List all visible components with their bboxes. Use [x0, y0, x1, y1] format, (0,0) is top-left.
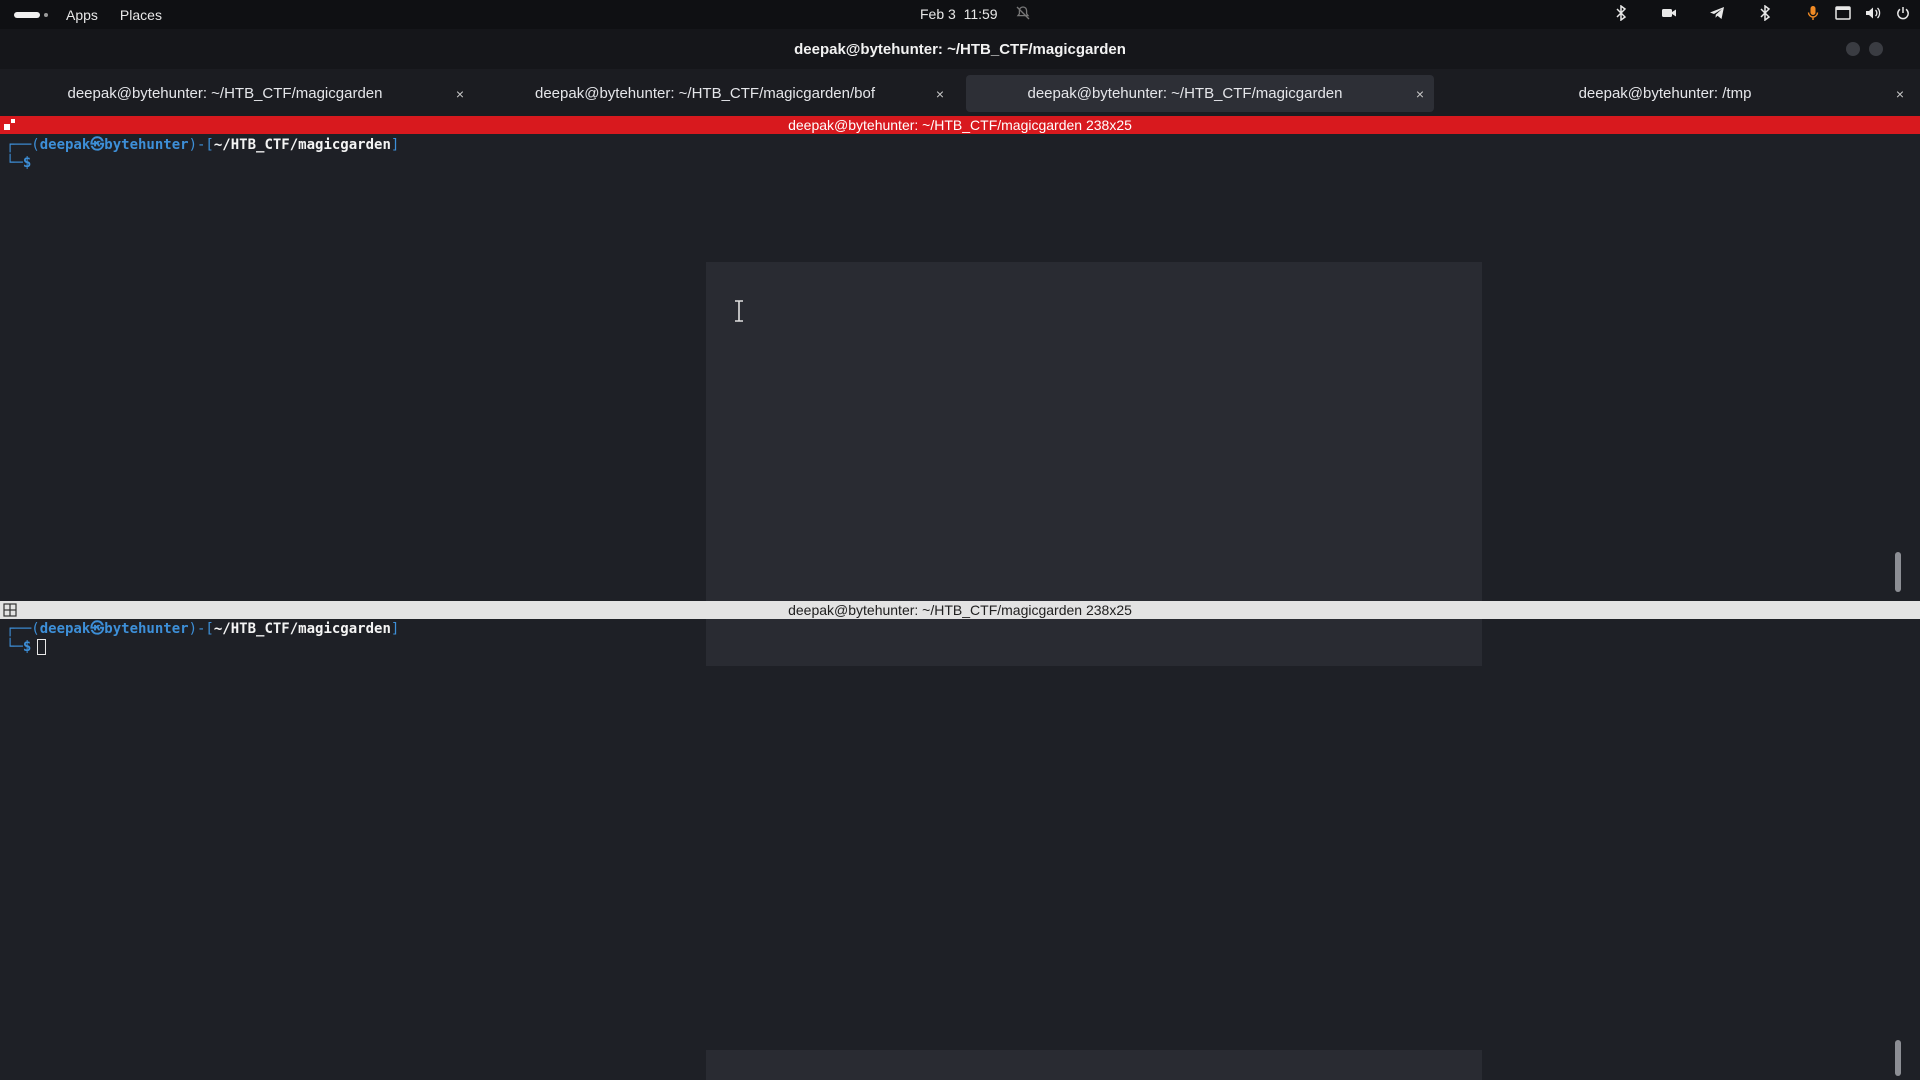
pane-header-bottom[interactable]: deepak@bytehunter: ~/HTB_CTF/magicgarden… — [0, 601, 1920, 619]
prompt-frame: └─ — [6, 639, 23, 655]
prompt-input-line: └─$ — [0, 638, 1905, 656]
clock-time: 11:59 — [963, 6, 998, 22]
prompt-frame-close: ] — [390, 137, 400, 153]
tab-magicgarden-1[interactable]: deepak@bytehunter: ~/HTB_CTF/magicgarden… — [6, 75, 474, 112]
tab-magicgarden-active[interactable]: deepak@bytehunter: ~/HTB_CTF/magicgarden… — [966, 75, 1434, 112]
prompt-line: ┌──(deepak㉿bytehunter)-[~/HTB_CTF/magicg… — [0, 620, 1905, 638]
tab-label: deepak@bytehunter: ~/HTB_CTF/magicgarden — [67, 85, 383, 102]
prompt-user-host: deepak㉿bytehunter — [39, 621, 189, 637]
prompt-frame-close: ] — [390, 621, 400, 637]
prompt-dollar: $ — [22, 155, 32, 171]
prompt-dollar: $ — [22, 639, 32, 655]
telegram-icon[interactable] — [1708, 4, 1726, 22]
prompt-frame: ┌──( — [6, 621, 40, 637]
workspace-dot-icon — [44, 12, 48, 17]
system-tray — [1600, 4, 1912, 22]
power-icon[interactable] — [1894, 4, 1912, 22]
window-titlebar[interactable]: deepak@bytehunter: ~/HTB_CTF/magicgarden — [0, 29, 1920, 69]
apps-menu[interactable]: Apps — [66, 7, 98, 23]
places-menu[interactable]: Places — [120, 7, 162, 23]
pane-grid-icon[interactable] — [3, 603, 17, 617]
terminal-cursor — [37, 639, 47, 655]
volume-icon[interactable] — [1864, 4, 1882, 22]
clock-date: Feb 3 — [920, 6, 956, 22]
prompt-separator: )-[ — [188, 137, 214, 153]
tab-bar: deepak@bytehunter: ~/HTB_CTF/magicgarden… — [0, 69, 1920, 116]
top-panel: Apps Places Feb 3 11:59 — [0, 0, 1920, 29]
tab-magicgarden-bof[interactable]: deepak@bytehunter: ~/HTB_CTF/magicgarden… — [486, 75, 954, 112]
pane-header-title: deepak@bytehunter: ~/HTB_CTF/magicgarden… — [788, 602, 1132, 618]
prompt-frame: ┌──( — [6, 137, 40, 153]
prompt-user-host: deepak㉿bytehunter — [39, 137, 189, 153]
tab-close-icon[interactable]: × — [1896, 86, 1904, 102]
camera-icon[interactable] — [1660, 4, 1678, 22]
bluetooth-icon[interactable] — [1612, 4, 1630, 22]
activities-button[interactable] — [14, 11, 48, 18]
clock[interactable]: Feb 3 11:59 — [920, 6, 998, 22]
microphone-icon[interactable] — [1804, 4, 1822, 22]
pane-header-title: deepak@bytehunter: ~/HTB_CTF/magicgarden… — [788, 117, 1132, 133]
minimize-button[interactable] — [1846, 42, 1860, 56]
activities-pill-icon — [14, 11, 40, 18]
tab-close-icon[interactable]: × — [456, 86, 464, 102]
scrollbar-thumb[interactable] — [1895, 1040, 1901, 1076]
tab-label: deepak@bytehunter: ~/HTB_CTF/magicgarden… — [535, 85, 875, 102]
window-title: deepak@bytehunter: ~/HTB_CTF/magicgarden — [794, 40, 1126, 58]
tab-label: deepak@bytehunter: /tmp — [1578, 85, 1752, 102]
notifications-muted-icon[interactable] — [1015, 5, 1031, 24]
scrollbar-thumb[interactable] — [1895, 552, 1901, 592]
terminal-pane-bottom[interactable]: ┌──(deepak㉿bytehunter)-[~/HTB_CTF/magicg… — [0, 620, 1905, 1080]
bluetooth-icon[interactable] — [1756, 4, 1774, 22]
tab-tmp[interactable]: deepak@bytehunter: /tmp × — [1446, 75, 1914, 112]
terminal-pane-top[interactable]: ┌──(deepak㉿bytehunter)-[~/HTB_CTF/magicg… — [0, 136, 1905, 598]
prompt-input-line: └─$ — [0, 154, 1905, 172]
prompt-path: ~/HTB_CTF/magicgarden — [213, 137, 391, 153]
prompt-path: ~/HTB_CTF/magicgarden — [213, 621, 391, 637]
window-icon[interactable] — [1834, 4, 1852, 22]
prompt-separator: )-[ — [188, 621, 214, 637]
prompt-line: ┌──(deepak㉿bytehunter)-[~/HTB_CTF/magicg… — [0, 136, 1905, 154]
text-cursor-icon — [735, 300, 743, 322]
tab-close-icon[interactable]: × — [1416, 86, 1424, 102]
tab-label: deepak@bytehunter: ~/HTB_CTF/magicgarden — [1027, 85, 1343, 102]
close-window-button[interactable] — [1869, 42, 1883, 56]
pane-split-icon[interactable] — [3, 118, 17, 132]
prompt-frame: └─ — [6, 155, 23, 171]
tab-close-icon[interactable]: × — [936, 86, 944, 102]
pane-header-top[interactable]: deepak@bytehunter: ~/HTB_CTF/magicgarden… — [0, 116, 1920, 134]
